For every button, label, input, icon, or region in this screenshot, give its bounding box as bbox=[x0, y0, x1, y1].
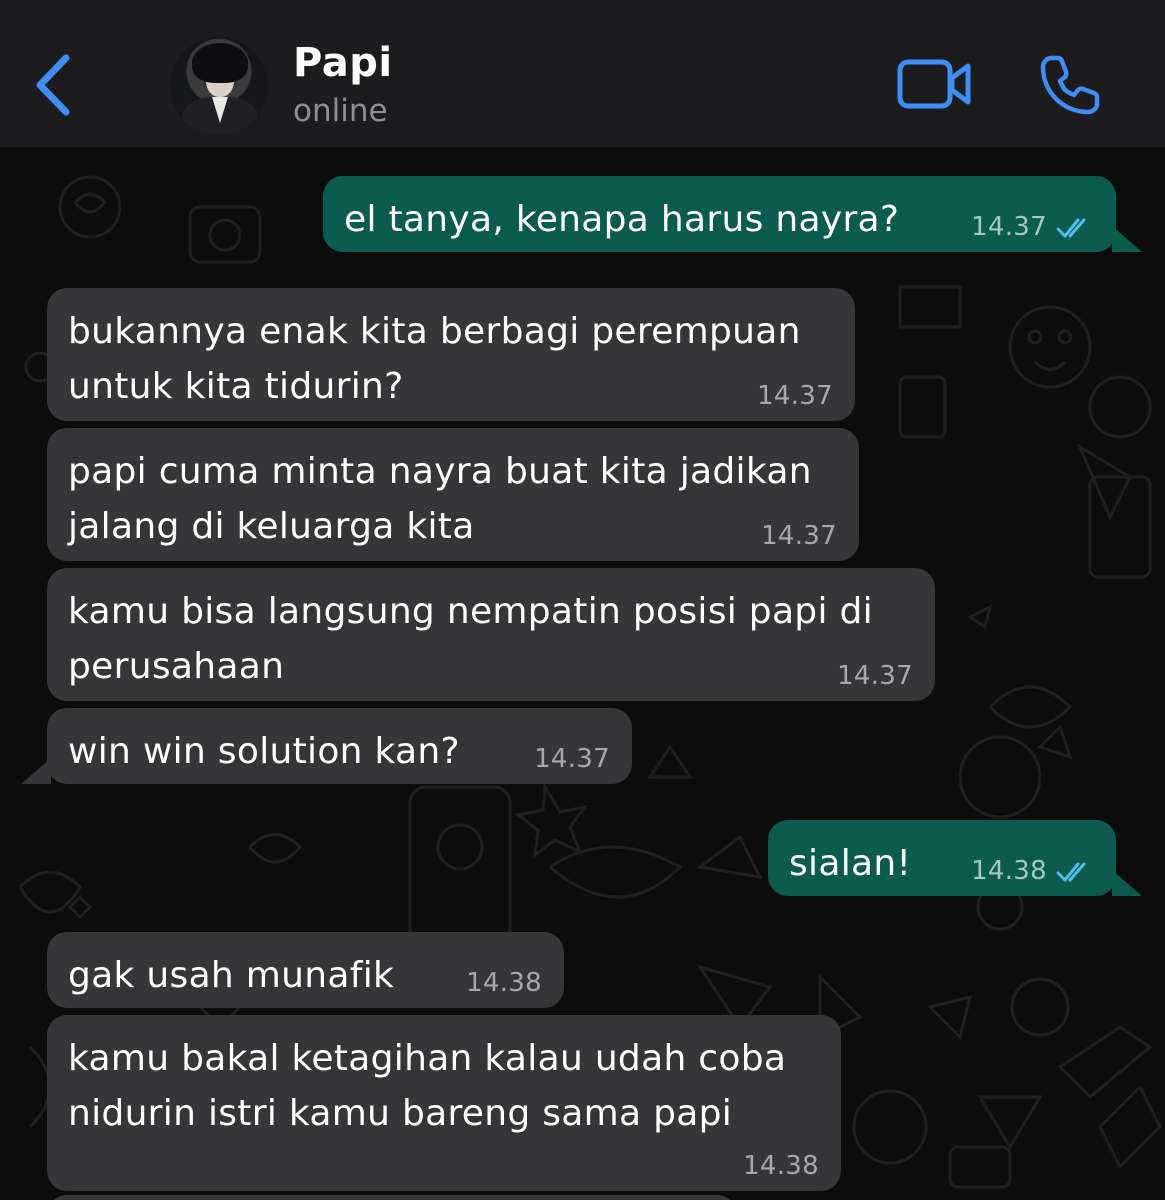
video-call-button[interactable] bbox=[896, 56, 974, 112]
phone-icon bbox=[1040, 55, 1100, 115]
message-text: bukannya enak kita berbagi perempuan unt… bbox=[68, 311, 801, 407]
message-bubble-incoming[interactable]: kamu bakal ketagihan kalau udah coba nid… bbox=[47, 1015, 841, 1191]
contact-name[interactable]: Papi bbox=[293, 40, 393, 86]
message-bubble-incoming[interactable]: kamu bisa langsung nempatin posisi papi … bbox=[47, 568, 935, 701]
contact-status: online bbox=[293, 93, 388, 129]
message-list[interactable]: el tanya, kenapa harus nayra? 14.37 buka… bbox=[0, 147, 1165, 1200]
chat-screen: Papi online el tanya, kenapa harus nayra… bbox=[0, 0, 1165, 1200]
double-check-icon bbox=[1056, 218, 1086, 238]
message-text: kamu bisa langsung nempatin posisi papi … bbox=[68, 591, 873, 687]
message-time: 14.38 bbox=[743, 1151, 819, 1181]
message-text: kamu bakal ketagihan kalau udah coba nid… bbox=[68, 1038, 787, 1134]
video-camera-icon bbox=[897, 59, 971, 109]
message-time: 14.37 bbox=[837, 661, 913, 691]
message-bubble-incoming[interactable]: gak usah munafik 14.38 bbox=[47, 932, 564, 1008]
message-time: 14.38 bbox=[971, 856, 1047, 886]
message-bubble-incoming[interactable] bbox=[47, 1195, 737, 1200]
message-time: 14.37 bbox=[971, 212, 1047, 242]
message-text: papi cuma minta nayra buat kita jadikan … bbox=[68, 451, 812, 547]
double-check-icon bbox=[1056, 862, 1086, 882]
chevron-left-icon bbox=[36, 54, 70, 116]
message-bubble-incoming[interactable]: win win solution kan? 14.37 bbox=[47, 708, 632, 784]
back-button[interactable] bbox=[30, 50, 80, 120]
message-time: 14.38 bbox=[466, 968, 542, 998]
message-bubble-outgoing[interactable]: sialan! 14.38 bbox=[768, 820, 1116, 896]
chat-header: Papi online bbox=[0, 0, 1165, 147]
message-time: 14.37 bbox=[757, 381, 833, 411]
message-text: win win solution kan? bbox=[68, 731, 460, 772]
message-bubble-outgoing[interactable]: el tanya, kenapa harus nayra? 14.37 bbox=[323, 176, 1116, 252]
message-time: 14.37 bbox=[534, 744, 610, 774]
message-text: sialan! bbox=[789, 843, 912, 884]
avatar[interactable] bbox=[170, 37, 268, 135]
voice-call-button[interactable] bbox=[1037, 52, 1103, 118]
message-time: 14.37 bbox=[761, 521, 837, 551]
message-bubble-incoming[interactable]: papi cuma minta nayra buat kita jadikan … bbox=[47, 428, 859, 561]
message-bubble-incoming[interactable]: bukannya enak kita berbagi perempuan unt… bbox=[47, 288, 855, 421]
